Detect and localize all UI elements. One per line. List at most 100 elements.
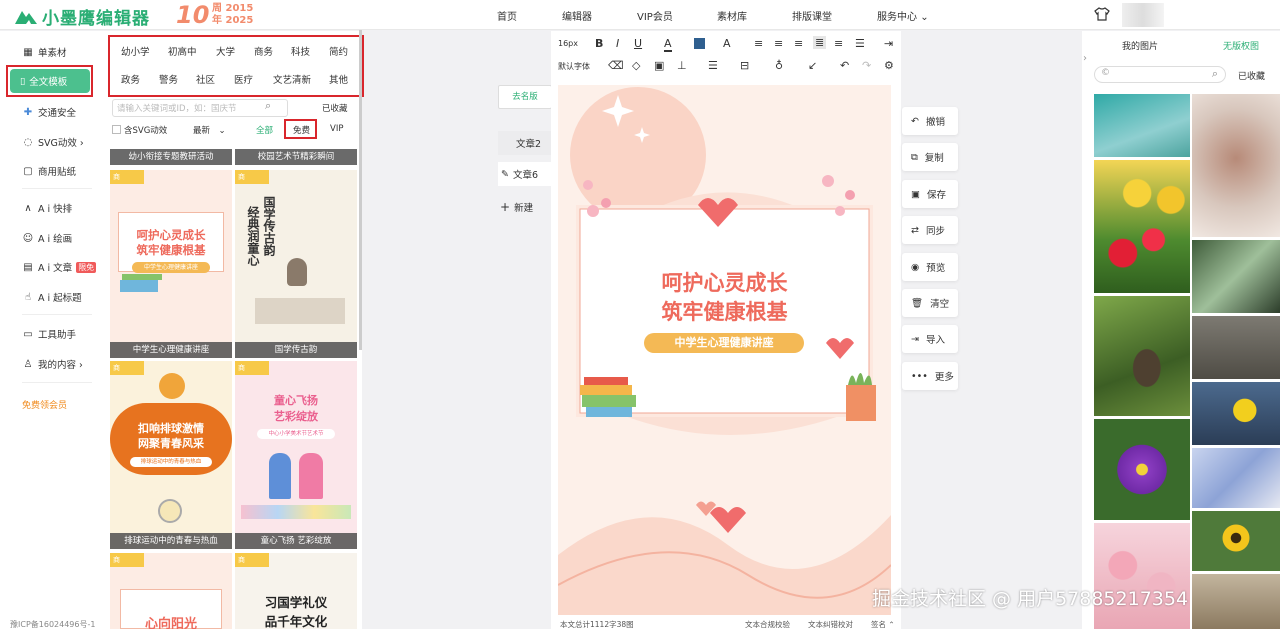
image-thumbnail[interactable] bbox=[1192, 94, 1280, 237]
sidebar-item-ai-article[interactable]: ▤ A i 文章 限免 bbox=[22, 260, 97, 274]
margin-icon[interactable]: ⊟ bbox=[740, 59, 749, 72]
underline-icon[interactable]: U bbox=[634, 37, 642, 50]
image-thumbnail[interactable] bbox=[1192, 382, 1280, 445]
format-brush-icon[interactable]: ◇ bbox=[632, 59, 640, 72]
italic-icon[interactable]: I bbox=[616, 37, 619, 50]
text-effect-icon[interactable]: A bbox=[723, 37, 731, 50]
sync-button[interactable]: ⇄ 同步 bbox=[902, 216, 958, 244]
sidebar-item-svg[interactable]: ◌ SVG动效 › bbox=[22, 135, 84, 150]
align-left-icon[interactable]: ≡ bbox=[754, 37, 763, 50]
indent-icon[interactable]: ≡ bbox=[834, 37, 843, 50]
divider-icon[interactable]: ⊥ bbox=[677, 59, 687, 72]
free-vip-link[interactable]: 免费领会员 bbox=[22, 398, 67, 411]
image-thumbnail[interactable] bbox=[1094, 94, 1190, 157]
sidebar-item-stickers[interactable]: ▢ 商用贴纸 bbox=[22, 164, 76, 179]
import-button[interactable]: ⇥ 导入 bbox=[902, 325, 958, 353]
background-color-icon[interactable] bbox=[694, 38, 705, 49]
sidebar-item-ai-draw[interactable]: ☺ A i 绘画 bbox=[22, 231, 72, 246]
bold-icon[interactable]: B bbox=[595, 37, 603, 50]
bulb-icon[interactable]: ♁ bbox=[775, 59, 783, 72]
template-card[interactable]: 幼小衔接专题教研活动 bbox=[110, 149, 232, 165]
template-card[interactable]: 商 童心飞扬 艺彩绽放 中心小学美术节艺术节 童心飞扬 艺彩绽放 bbox=[235, 361, 357, 549]
canvas-title[interactable]: 呵护心灵成长 筑牢健康根基 bbox=[558, 269, 891, 327]
template-card[interactable]: 商 习国学礼仪 品千年文化 bbox=[235, 553, 357, 629]
template-card[interactable]: 商 呵护心灵成长 筑牢健康根基 中学生心理健康讲座 中学生心理健康讲座 bbox=[110, 170, 232, 358]
sidebar-item-my-content[interactable]: ♙ 我的内容 › bbox=[22, 357, 83, 372]
template-scrollbar[interactable] bbox=[359, 30, 362, 350]
redo-icon[interactable]: ↷ bbox=[862, 59, 871, 72]
font-size-select[interactable]: 16px bbox=[558, 39, 578, 48]
doc-tab-active[interactable]: ✎ 文章6 bbox=[498, 162, 552, 186]
template-card[interactable]: 校园艺术节精彩瞬间 bbox=[235, 149, 357, 165]
search-icon[interactable]: ⌕ bbox=[265, 99, 271, 113]
save-button[interactable]: ▣ 保存 bbox=[902, 180, 958, 208]
sidebar-item-traffic[interactable]: ✚ 交通安全 bbox=[22, 105, 76, 120]
canvas-subtitle[interactable]: 中学生心理健康讲座 bbox=[644, 333, 804, 353]
direction-icon[interactable]: ↙ bbox=[808, 59, 817, 72]
undo-button[interactable]: ↶ 撤销 bbox=[902, 107, 958, 135]
nav-classroom[interactable]: 排版课堂 bbox=[792, 8, 832, 23]
tab-free-images[interactable]: 无版权图 bbox=[1223, 39, 1259, 52]
align-right-icon[interactable]: ≡ bbox=[794, 37, 803, 50]
image-thumbnail[interactable] bbox=[1192, 574, 1280, 629]
preview-button[interactable]: ◉ 预览 bbox=[902, 253, 958, 281]
nav-vip[interactable]: VIP会员 bbox=[637, 8, 673, 23]
image-thumbnail[interactable] bbox=[1094, 296, 1190, 416]
favorites-link[interactable]: 已收藏 bbox=[1238, 69, 1265, 82]
sidebar-item-single[interactable]: ▦ 单素材 bbox=[22, 45, 66, 60]
eagle-logo-icon bbox=[15, 10, 37, 24]
signature-link[interactable]: 签名 ⌃ bbox=[871, 619, 895, 629]
nav-materials[interactable]: 素材库 bbox=[717, 8, 747, 23]
template-search-input[interactable]: 请输入关键词或ID，如：国庆节 bbox=[112, 99, 288, 117]
filter-vip[interactable]: VIP bbox=[330, 124, 343, 134]
nav-service[interactable]: 服务中心 ⌄ bbox=[877, 8, 929, 23]
sidebar-item-ai-layout[interactable]: ∧ A i 快排 bbox=[22, 201, 72, 216]
template-card[interactable]: 商 扣响排球激情 网聚青春风采 排球运动中的青春与热血 排球运动中的青春与热血 bbox=[110, 361, 232, 549]
image-thumbnail[interactable] bbox=[1192, 511, 1280, 571]
remove-watermark-button[interactable]: 去名版 bbox=[498, 85, 552, 109]
font-family-select[interactable]: 默认字体 bbox=[558, 61, 590, 72]
chevron-down-icon: ⌄ bbox=[218, 126, 226, 136]
image-thumbnail[interactable] bbox=[1192, 448, 1280, 508]
sidebar-item-ai-title[interactable]: ☝ A i 起标题 bbox=[22, 290, 82, 305]
clear-button[interactable]: 🗑 清空 bbox=[902, 289, 958, 317]
spacing-icon[interactable]: ☰ bbox=[708, 59, 718, 72]
compliance-check-link[interactable]: 文本合规校验 bbox=[745, 619, 790, 629]
image-thumbnail[interactable] bbox=[1192, 240, 1280, 313]
template-card[interactable]: 商 心向阳光 bbox=[110, 553, 232, 629]
avatar[interactable] bbox=[1122, 3, 1164, 27]
nav-editor[interactable]: 编辑器 bbox=[562, 8, 592, 23]
line-height-icon[interactable]: ☰ bbox=[855, 37, 865, 50]
tools-icon: ▭ bbox=[23, 328, 33, 340]
eraser-icon[interactable]: ⌫ bbox=[608, 59, 624, 72]
tab-my-images[interactable]: 我的图片 bbox=[1122, 39, 1158, 52]
tshirt-icon[interactable] bbox=[1094, 7, 1110, 21]
image-thumbnail[interactable] bbox=[1094, 419, 1190, 520]
image-search-input[interactable]: © ⌕ bbox=[1094, 66, 1226, 83]
logo[interactable]: 小墨鹰编辑器 bbox=[14, 4, 150, 29]
image-thumbnail[interactable] bbox=[1094, 523, 1190, 629]
undo-icon[interactable]: ↶ bbox=[840, 59, 849, 72]
font-color-icon[interactable]: A bbox=[664, 37, 672, 52]
sort-dropdown[interactable]: 最新 ⌄ bbox=[193, 124, 226, 136]
align-center-icon[interactable]: ≡ bbox=[774, 37, 783, 50]
image-thumbnail[interactable] bbox=[1192, 316, 1280, 379]
image-thumbnail[interactable] bbox=[1094, 160, 1190, 293]
article-canvas[interactable]: 呵护心灵成长 筑牢健康根基 中学生心理健康讲座 bbox=[558, 85, 891, 615]
justify-icon[interactable]: ≣ bbox=[813, 36, 827, 49]
sidebar-item-tools[interactable]: ▭ 工具助手 bbox=[22, 327, 76, 342]
proofread-link[interactable]: 文本纠错校对 bbox=[808, 619, 853, 629]
collapse-arrow-icon[interactable]: › bbox=[1083, 53, 1087, 64]
favorites-link[interactable]: 已收藏 bbox=[322, 102, 348, 114]
more-button[interactable]: ••• 更多 bbox=[902, 362, 958, 390]
insert-icon[interactable]: ⇥ bbox=[884, 37, 893, 50]
nav-home[interactable]: 首页 bbox=[497, 8, 517, 23]
image-icon[interactable]: ▣ bbox=[654, 59, 664, 72]
filter-all[interactable]: 全部 bbox=[256, 124, 273, 136]
copy-button[interactable]: ⧉ 复制 bbox=[902, 143, 958, 171]
svg-filter-checkbox[interactable]: 含SVG动效 bbox=[112, 124, 167, 136]
new-doc-button[interactable]: + 新建 bbox=[500, 200, 533, 214]
doc-tab[interactable]: 文章2 bbox=[498, 131, 552, 155]
settings-icon[interactable]: ⚙ bbox=[884, 59, 894, 72]
template-card[interactable]: 商 国学传古韵 经典润童心 国学传古韵 bbox=[235, 170, 357, 358]
